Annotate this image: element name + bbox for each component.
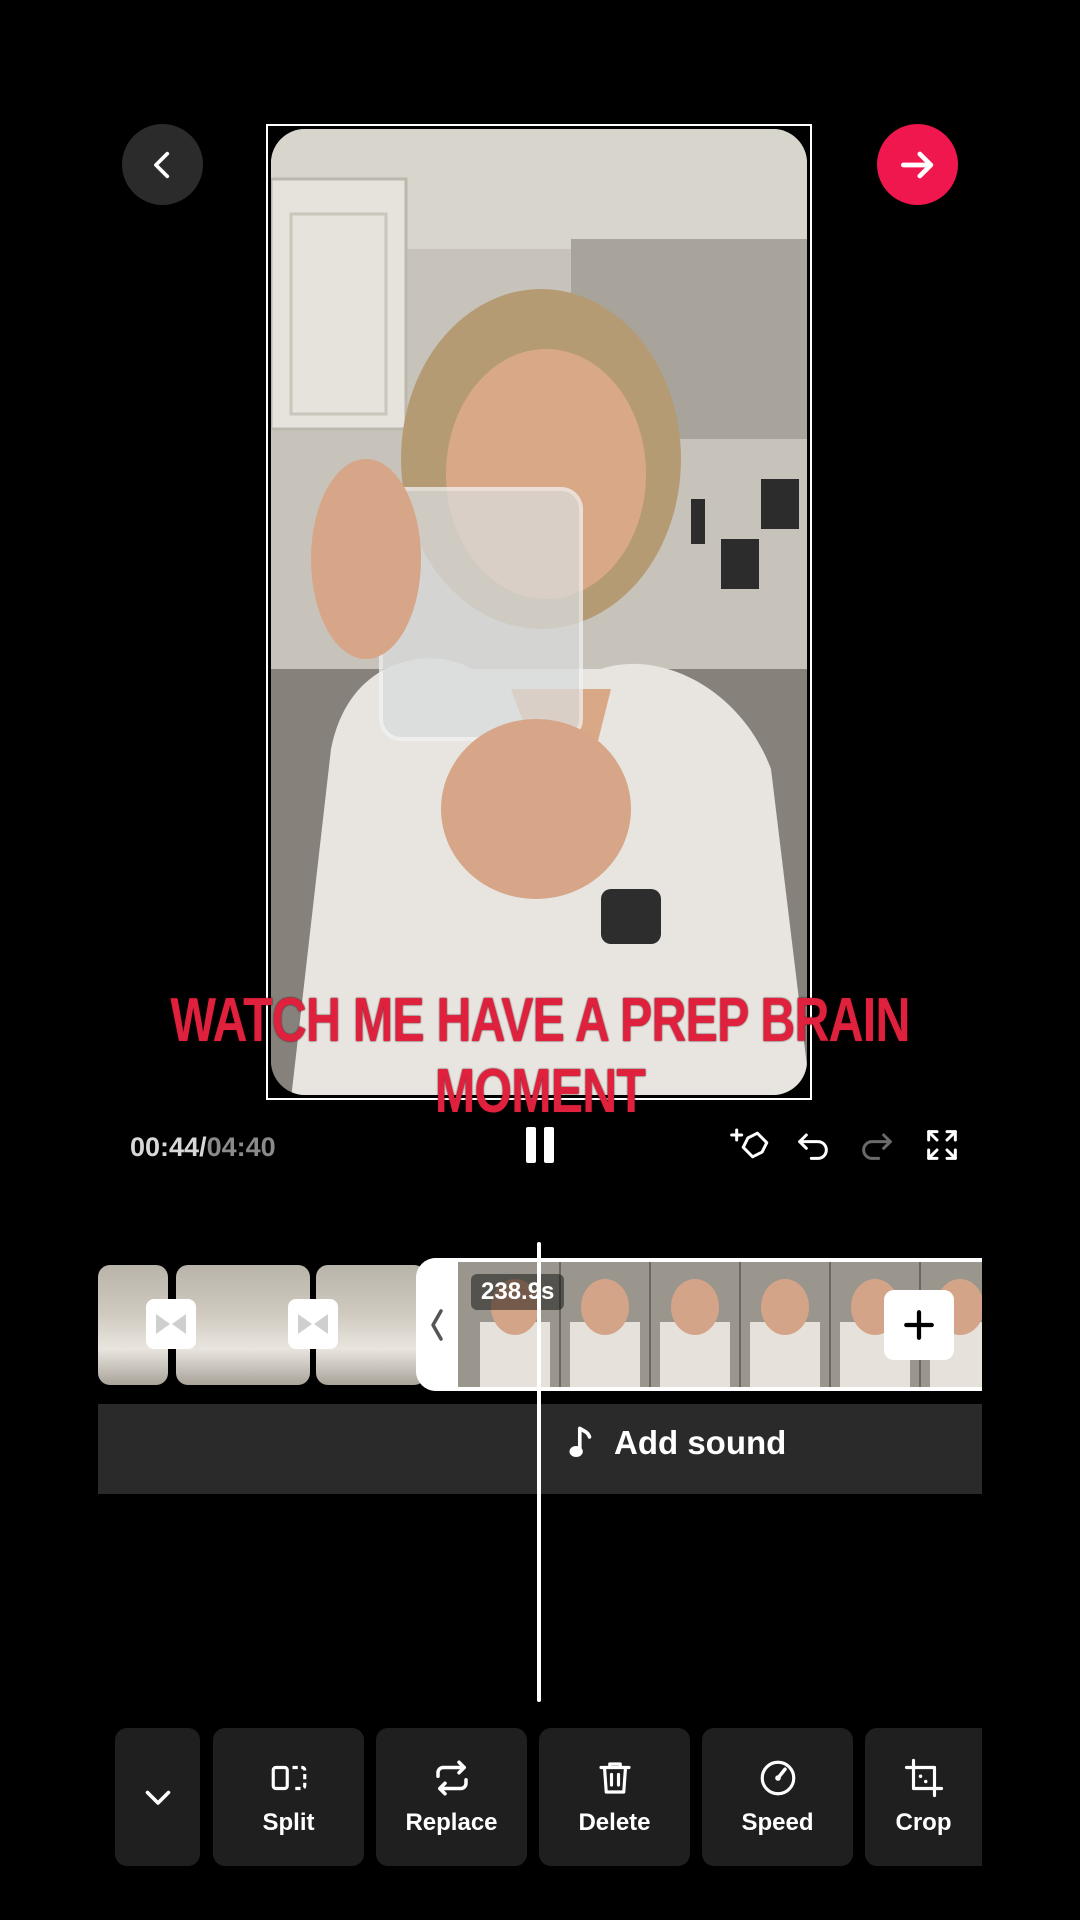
crop-icon: [904, 1758, 943, 1798]
replace-label: Replace: [405, 1809, 498, 1836]
music-note-icon: [569, 1426, 592, 1457]
collapse-toolbar-button[interactable]: [115, 1728, 200, 1866]
transition-icon: [298, 1314, 328, 1334]
pause-icon-bar-right: [544, 1127, 554, 1163]
clip-duration-badge: 238.9s: [471, 1274, 565, 1310]
video-frame-image: [271, 129, 807, 1095]
back-button[interactable]: [122, 124, 203, 205]
split-icon: [271, 1765, 306, 1791]
clip-trim-handle-left[interactable]: [416, 1258, 458, 1391]
split-label: Split: [262, 1809, 315, 1836]
total-time: 04:40: [206, 1132, 276, 1162]
speed-label: Speed: [741, 1809, 814, 1836]
undo-icon: [798, 1133, 828, 1160]
replace-button[interactable]: Replace: [376, 1728, 527, 1866]
add-sound-button[interactable]: Add sound: [568, 1424, 786, 1462]
speed-button[interactable]: Speed: [702, 1728, 853, 1866]
delete-label: Delete: [578, 1809, 651, 1836]
time-separator: /: [199, 1132, 207, 1162]
transition-icon: [156, 1314, 186, 1334]
chevron-left-icon: [153, 151, 169, 178]
speed-icon: [760, 1760, 795, 1796]
delete-button[interactable]: Delete: [539, 1728, 690, 1866]
video-frame: [271, 129, 807, 1095]
replace-icon: [435, 1760, 468, 1796]
timeline-playhead[interactable]: [537, 1242, 541, 1702]
redo-button[interactable]: [857, 1125, 897, 1165]
fullscreen-icon: [927, 1130, 957, 1160]
fullscreen-button[interactable]: [922, 1125, 962, 1165]
transition-button[interactable]: [288, 1299, 338, 1349]
add-sound-label: Add sound: [614, 1424, 787, 1461]
chevron-left-icon: [431, 1308, 443, 1341]
plus-icon: [904, 1310, 934, 1340]
magic-tag-icon: [730, 1128, 769, 1159]
playback-time: 00:44/04:40: [130, 1132, 276, 1163]
pause-button[interactable]: [526, 1127, 554, 1163]
crop-button[interactable]: Crop: [865, 1728, 982, 1866]
add-clip-button[interactable]: [884, 1290, 954, 1360]
redo-icon: [862, 1133, 892, 1160]
video-preview[interactable]: [266, 124, 812, 1100]
pause-icon-bar-left: [526, 1127, 536, 1163]
split-button[interactable]: Split: [213, 1728, 364, 1866]
chevron-down-icon: [145, 1790, 170, 1805]
magic-effects-button[interactable]: [730, 1125, 770, 1165]
current-time: 00:44: [130, 1132, 200, 1162]
video-caption-text[interactable]: WATCH ME HAVE A PREP BRAIN MOMENT: [119, 985, 961, 1127]
transition-button[interactable]: [146, 1299, 196, 1349]
trash-icon: [598, 1762, 631, 1794]
next-button[interactable]: [877, 124, 958, 205]
arrow-right-icon: [900, 151, 933, 178]
crop-label: Crop: [895, 1809, 952, 1836]
undo-button[interactable]: [793, 1125, 833, 1165]
